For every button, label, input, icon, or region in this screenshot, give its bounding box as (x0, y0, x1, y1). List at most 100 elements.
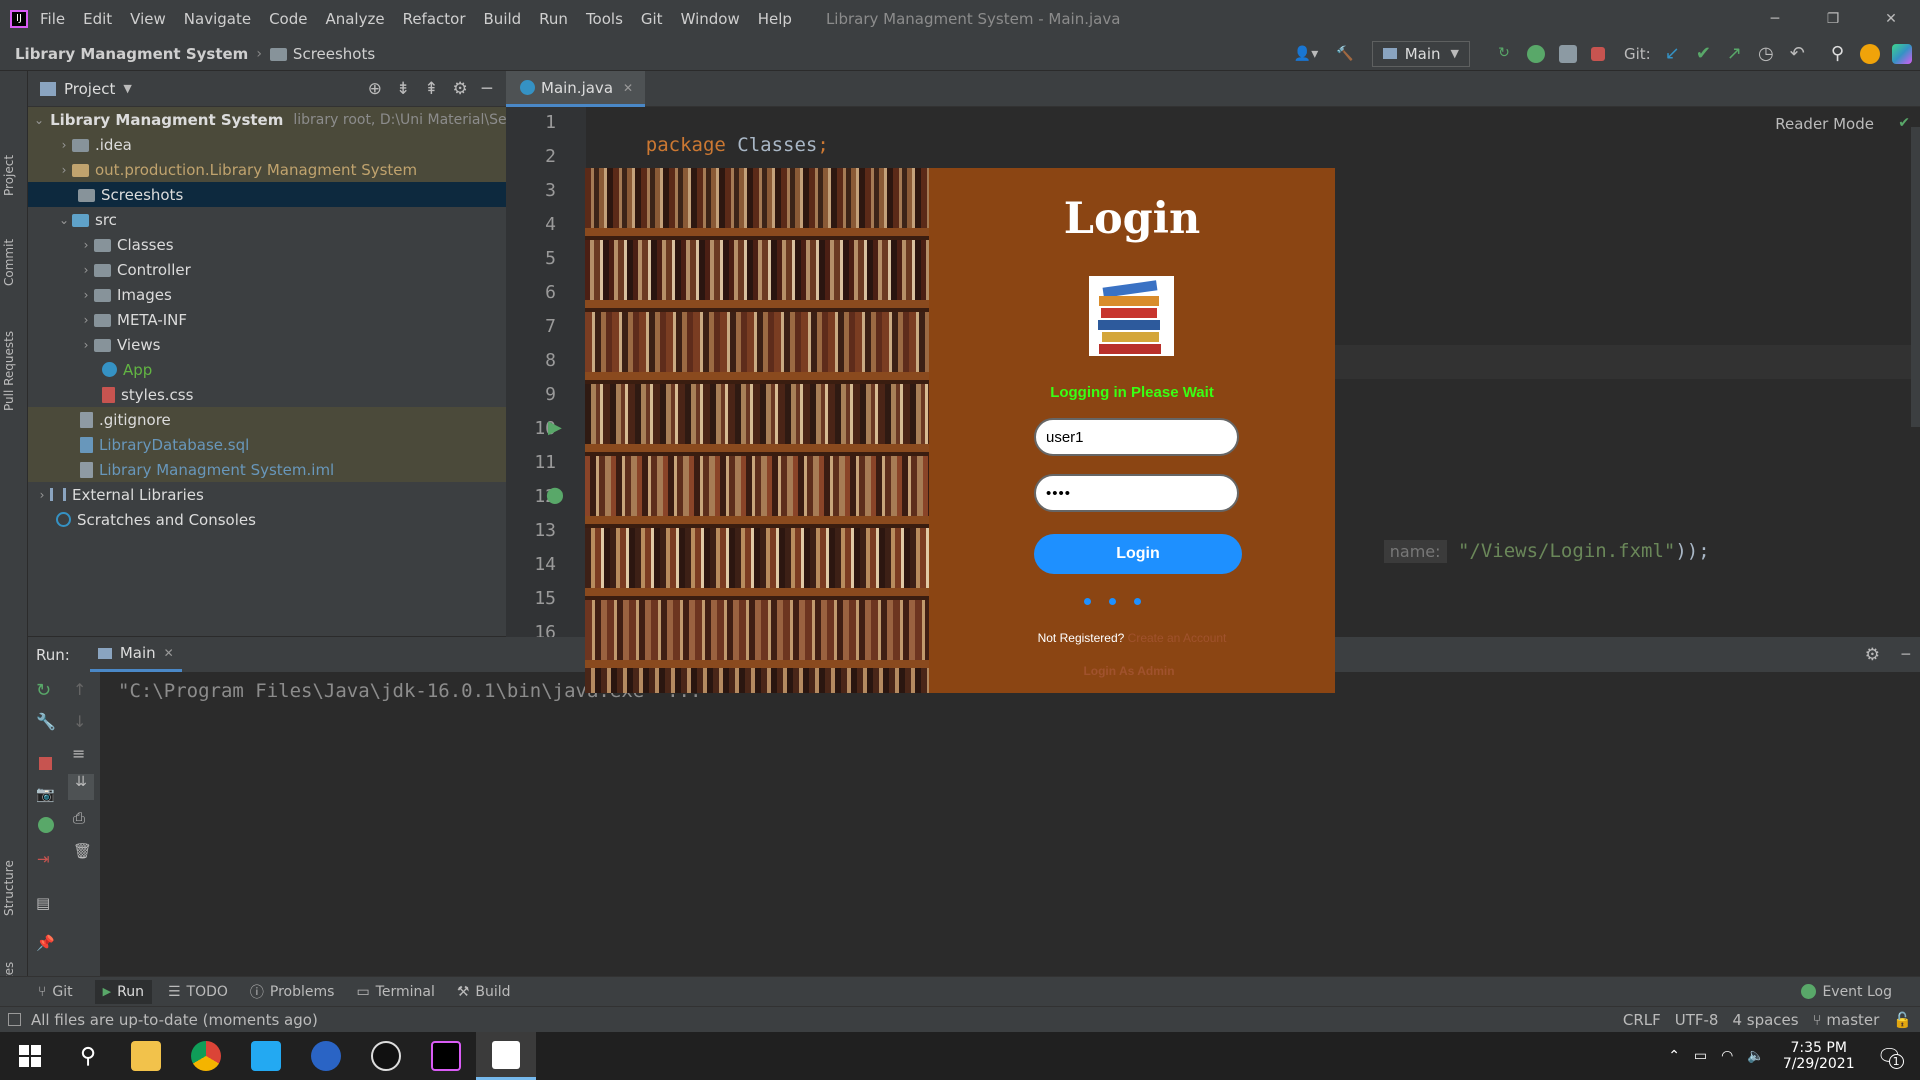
file-explorer-icon[interactable] (131, 1041, 162, 1071)
breadcrumb-project[interactable]: Library Managment System (15, 45, 248, 63)
password-field[interactable]: •••• (1034, 474, 1239, 512)
tree-item-gitignore[interactable]: .gitignore (28, 407, 506, 432)
tree-item-app[interactable]: App (28, 357, 506, 382)
status-toggle-icon[interactable] (8, 1013, 21, 1026)
toolwindow-terminal[interactable]: ▭ Terminal (356, 984, 434, 1000)
toolwindow-todo[interactable]: ☰ TODO (168, 984, 228, 1000)
wifi-icon[interactable]: ◠ (1721, 1048, 1733, 1064)
menu-view[interactable]: View (130, 10, 166, 28)
tree-item-scratches[interactable]: Scratches and Consoles (28, 507, 506, 532)
search-icon[interactable]: ⚲ (80, 1044, 96, 1069)
chevron-down-icon[interactable]: ▼ (123, 82, 131, 95)
toolwindow-build[interactable]: ⚒ Build (457, 984, 511, 1000)
soft-wrap-icon[interactable]: ≡ (72, 744, 85, 763)
gear-icon[interactable]: ⚙ (1865, 645, 1880, 665)
layout-icon[interactable]: ▤ (36, 894, 50, 912)
create-account-link[interactable]: Create an Account (1128, 631, 1227, 645)
stop-icon[interactable] (1590, 46, 1605, 61)
breadcrumb-folder[interactable]: Screeshots (293, 45, 375, 63)
chevron-right-icon[interactable]: › (78, 263, 94, 277)
vertical-scrollbar[interactable] (1911, 127, 1920, 427)
menu-help[interactable]: Help (758, 10, 792, 28)
intellij-icon[interactable] (431, 1041, 462, 1071)
tree-item-meta-inf[interactable]: › META-INF (28, 307, 506, 332)
login-button[interactable]: Login (1034, 534, 1242, 574)
chevron-right-icon[interactable]: › (78, 238, 94, 252)
tree-item-iml[interactable]: Library Managment System.iml (28, 457, 506, 482)
minimize-icon[interactable]: ─ (1746, 11, 1804, 27)
account-icon[interactable]: 👤▾ (1294, 46, 1318, 62)
build-hammer-icon[interactable]: 🔨 (1336, 46, 1353, 62)
chevron-right-icon[interactable]: › (56, 138, 72, 152)
tree-item-images[interactable]: › Images (28, 282, 506, 307)
wrench-icon[interactable]: 🔧 (36, 712, 56, 731)
windows-start-icon[interactable] (0, 1032, 60, 1080)
stop-icon[interactable] (39, 757, 52, 770)
menu-file[interactable]: File (40, 10, 65, 28)
trash-icon[interactable]: 🗑 (73, 842, 92, 860)
tab-structure[interactable]: Structure (2, 860, 16, 916)
chevron-right-icon[interactable]: › (78, 313, 94, 327)
console-output[interactable]: "C:\Program Files\Java\jdk-16.0.1\bin\ja… (100, 672, 1920, 976)
toolwindow-problems[interactable]: ⓘ Problems (250, 982, 335, 1002)
chevron-right-icon[interactable]: › (34, 488, 50, 502)
rollback-icon[interactable]: ↶ (1790, 43, 1805, 64)
chrome-icon[interactable] (191, 1041, 222, 1071)
tree-item-root[interactable]: ⌄ Library Managment System library root,… (28, 107, 529, 132)
lock-icon[interactable]: 🔓 (1893, 1011, 1912, 1029)
app-w-icon[interactable] (311, 1041, 342, 1071)
unreal-icon[interactable] (371, 1041, 402, 1071)
tab-pull-requests[interactable]: Pull Requests (2, 331, 16, 411)
plugin-icon[interactable] (1892, 43, 1912, 64)
updates-icon[interactable] (1860, 43, 1880, 64)
scroll-to-end-icon[interactable]: ⇊ (68, 774, 94, 800)
expand-all-icon[interactable]: ⇟ (396, 79, 410, 99)
close-icon[interactable]: ✕ (1862, 11, 1920, 27)
up-arrow-icon[interactable]: ↑ (73, 680, 86, 699)
battery-icon[interactable]: ▭ (1694, 1048, 1707, 1064)
chevron-right-icon[interactable]: › (56, 163, 72, 177)
toolwindow-git[interactable]: ⑂ Git (38, 984, 73, 1000)
override-gutter-icon[interactable]: ⬤ (546, 485, 564, 504)
tree-item-idea[interactable]: › .idea (28, 132, 506, 157)
username-field[interactable]: user1 (1034, 418, 1239, 456)
tree-item-screeshots[interactable]: Screeshots (28, 182, 506, 207)
event-log-button[interactable]: Event Log (1801, 984, 1892, 1000)
exit-icon[interactable]: ⇥ (37, 850, 50, 868)
run-gutter-icon[interactable]: ▶ (548, 417, 562, 438)
menu-refactor[interactable]: Refactor (403, 10, 466, 28)
collapse-all-icon[interactable]: ⇞ (424, 79, 438, 99)
menu-git[interactable]: Git (641, 10, 663, 28)
java-app-taskbar-item[interactable] (476, 1032, 537, 1080)
file-encoding[interactable]: UTF-8 (1675, 1011, 1719, 1029)
tree-item-sql[interactable]: LibraryDatabase.sql (28, 432, 506, 457)
close-tab-icon[interactable]: ✕ (164, 646, 174, 660)
toolwindow-run[interactable]: ▶ Run (94, 979, 152, 1004)
login-as-admin-link[interactable]: Login As Admin (929, 664, 1329, 678)
down-arrow-icon[interactable]: ↓ (73, 712, 86, 731)
menu-window[interactable]: Window (681, 10, 740, 28)
tree-item-external-libraries[interactable]: › External Libraries (28, 482, 506, 507)
hide-icon[interactable]: ─ (1902, 647, 1910, 663)
tab-main-java[interactable]: Main.java ✕ (506, 71, 646, 107)
debug-icon[interactable] (1526, 44, 1545, 63)
print-icon[interactable]: ⎙ (73, 809, 85, 827)
line-separator[interactable]: CRLF (1623, 1011, 1661, 1029)
rerun-icon[interactable]: ↻ (36, 680, 51, 701)
chevron-right-icon[interactable]: › (78, 338, 94, 352)
tree-item-controller[interactable]: › Controller (28, 257, 506, 282)
tree-item-src[interactable]: ⌄ src (28, 207, 506, 232)
notification-center[interactable]: 🗨 1 (1877, 1044, 1904, 1069)
git-push-icon[interactable]: ↗ (1727, 43, 1742, 64)
menu-code[interactable]: Code (269, 10, 307, 28)
search-icon[interactable]: ⚲ (1831, 43, 1844, 64)
pin-icon[interactable]: 📌 (36, 934, 55, 952)
project-view-label[interactable]: Project (64, 80, 115, 98)
tab-commit[interactable]: Commit (2, 239, 16, 286)
tab-project[interactable]: Project (2, 155, 16, 196)
volume-icon[interactable]: 🔈 (1747, 1048, 1764, 1064)
chevron-down-icon[interactable]: ⌄ (56, 213, 72, 227)
locate-icon[interactable]: ⊕ (368, 79, 382, 99)
git-commit-icon[interactable]: ✔ (1696, 43, 1711, 64)
coverage-icon[interactable] (1558, 44, 1577, 63)
